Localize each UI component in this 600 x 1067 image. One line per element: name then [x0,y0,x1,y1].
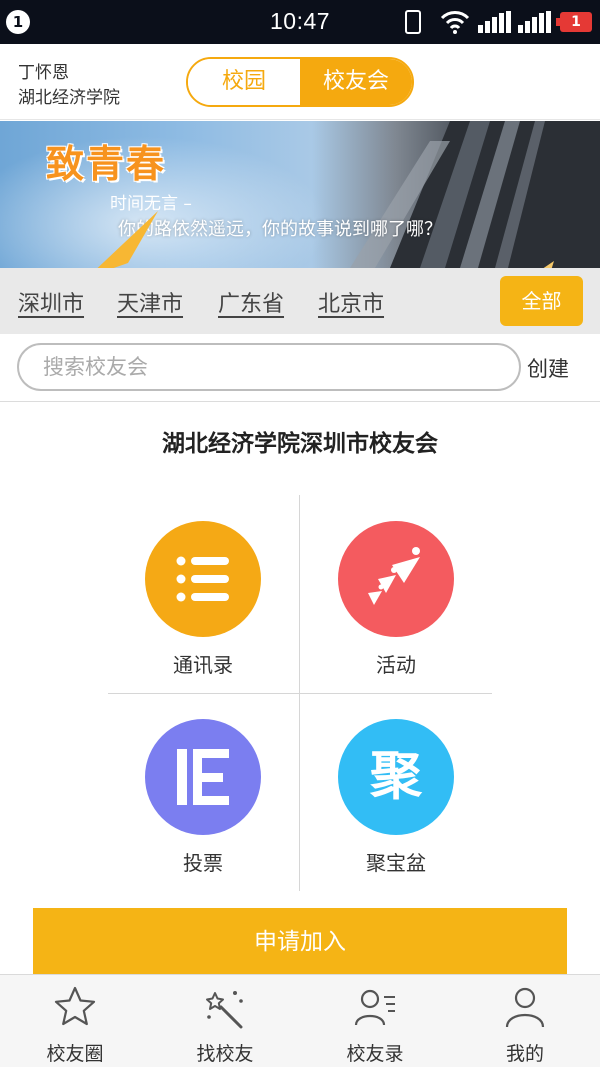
feature-label: 聚宝盆 [366,851,426,875]
signal-1-icon [478,11,511,33]
search-box [17,343,521,391]
feature-contacts[interactable]: 通讯录 [108,494,298,684]
battery-icon: 1 [556,12,592,32]
create-button[interactable]: 创建 [527,353,569,383]
list-icon [145,521,261,637]
notification-badge: 1 [6,10,30,34]
city-link[interactable]: 天津市 [117,286,183,318]
contacts-icon [354,989,395,1026]
nav-find-alumni[interactable]: 找校友 [150,975,300,1067]
app-header: 丁怀恩 湖北经济学院 校园 校友会 [0,44,600,120]
city-filter-bar: 深圳市 天津市 广东省 北京市 全部 [0,268,600,334]
city-link[interactable]: 北京市 [318,286,384,318]
promo-banner[interactable]: 致青春 时间无言 – 你的路依然遥远，你的故事说到哪了哪？ [0,121,600,268]
club-title: 湖北经济学院深圳市校友会 [162,431,438,457]
feature-label: 投票 [183,851,223,875]
nav-alumni-circle[interactable]: 校友圈 [0,975,150,1067]
feature-label: 活动 [376,653,416,677]
banner-triangle-decoration [97,211,158,268]
all-cities-button[interactable]: 全部 [500,276,583,326]
signal-2-icon [518,11,551,33]
feature-treasure[interactable]: 聚 聚宝盆 [301,692,491,882]
nav-label: 找校友 [196,1043,254,1065]
nav-me[interactable]: 我的 [450,975,600,1067]
nav-label: 校友圈 [46,1043,104,1065]
vote-icon [145,719,261,835]
city-link[interactable]: 广东省 [218,286,284,318]
search-input[interactable] [43,345,503,389]
user-school: 湖北经济学院 [18,88,120,108]
feature-activity[interactable]: 活动 [301,494,491,684]
segment-alumni-association[interactable]: 校友会 [300,59,412,105]
banner-title: 致青春 [46,142,167,186]
vibrate-icon [405,10,421,34]
user-name: 丁怀恩 [18,63,69,83]
city-link[interactable]: 深圳市 [18,286,84,318]
apply-join-button[interactable]: 申请加入 [33,908,567,976]
star-icon [54,986,96,1026]
banner-building-image [350,121,600,268]
nav-label: 我的 [505,1043,544,1065]
segment-campus[interactable]: 校园 [188,59,300,105]
feature-vote[interactable]: 投票 [108,692,298,882]
status-time: 10:47 [270,8,331,34]
status-bar: 1 10:47 1 [0,0,600,44]
magic-wand-icon [206,991,243,1029]
activity-people-icon [338,521,454,637]
segment-control: 校园 校友会 [186,57,414,107]
wifi-icon [440,11,470,34]
banner-triangle-decoration [543,261,554,268]
bottom-nav: 校友圈 找校友 校友录 我的 [0,974,600,1067]
search-row: 创建 [0,334,600,402]
nav-label: 校友录 [346,1043,404,1065]
person-icon [505,987,545,1028]
treasure-ju-icon: 聚 [338,719,454,835]
nav-alumni-directory[interactable]: 校友录 [300,975,450,1067]
feature-label: 通讯录 [173,653,233,677]
